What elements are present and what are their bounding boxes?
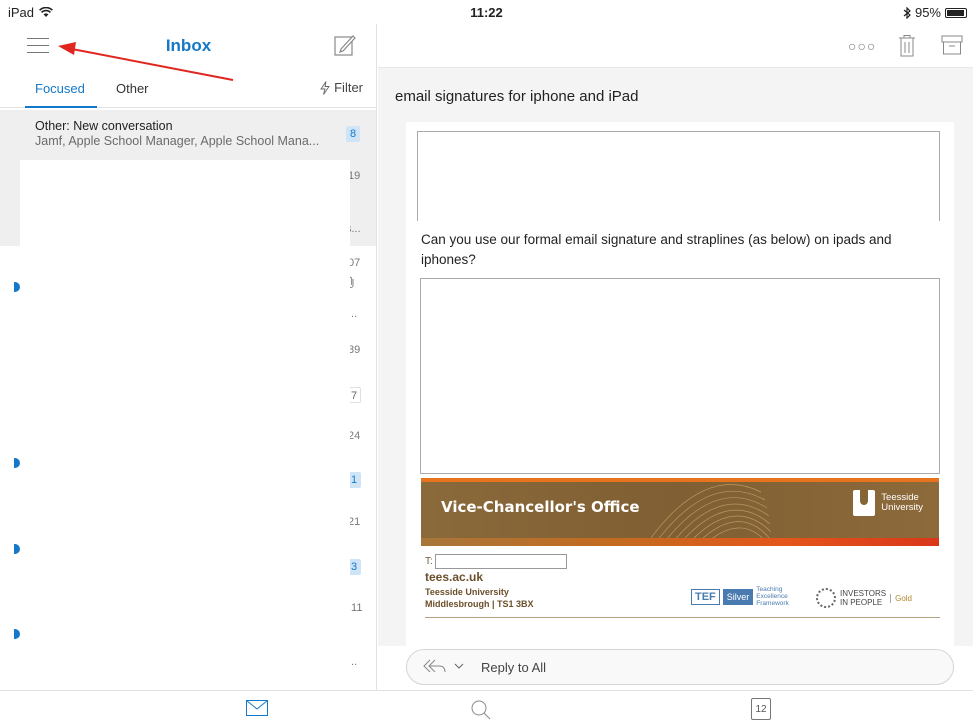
message-body: Can you use our formal email signature a… xyxy=(421,232,892,267)
reply-all-icon[interactable] xyxy=(423,658,447,674)
battery-percent: 95% xyxy=(914,5,941,20)
reply-all-label: Reply to All xyxy=(481,660,547,675)
lightning-icon xyxy=(320,80,330,95)
clock: 11:22 xyxy=(470,5,503,20)
more-options-icon[interactable]: ○○○ xyxy=(848,38,876,54)
inbox-pane: Inbox Focused Other Filter Other: New co… xyxy=(0,24,377,690)
message-preview: Jamf, Apple School Manager, Apple School… xyxy=(35,134,320,148)
inbox-header: Inbox xyxy=(0,24,376,68)
phone-label: T: xyxy=(425,556,433,567)
signature-office: Vice-Chancellor's Office xyxy=(441,498,640,516)
investors-in-people-logo: INVESTORS IN PEOPLE Gold xyxy=(816,588,912,608)
redacted-messages-area xyxy=(20,160,350,690)
reading-pane: ○○○ email signatures for iphone and iPad… xyxy=(378,24,973,690)
message-toolbar: ○○○ xyxy=(378,24,973,68)
signature-divider xyxy=(425,617,940,618)
trash-icon[interactable] xyxy=(898,34,916,58)
tab-focused[interactable]: Focused xyxy=(35,81,85,96)
list-item[interactable]: Other: New conversation Jamf, Apple Scho… xyxy=(0,110,376,158)
message-sender: Other: New conversation xyxy=(35,119,173,133)
redacted-phone xyxy=(434,554,567,569)
battery-level xyxy=(947,9,965,16)
redacted-header-area xyxy=(417,131,940,221)
tef-silver-logo: TEF Silver Teaching Excellence Framework xyxy=(691,586,789,607)
reply-bar[interactable]: Reply to All xyxy=(406,649,954,685)
laurel-icon xyxy=(816,588,836,608)
active-tab-underline xyxy=(25,106,97,108)
chevron-down-icon[interactable] xyxy=(454,659,464,673)
message-subject: email signatures for iphone and iPad xyxy=(395,88,639,105)
outlook-ipad-app: iPad 11:22 95% Inbox Focused Other Filte… xyxy=(0,0,973,727)
signature-website[interactable]: tees.ac.uk xyxy=(425,570,940,584)
battery-icon xyxy=(945,7,967,18)
archive-icon[interactable] xyxy=(941,34,963,56)
bottom-tab-bar: 12 xyxy=(0,690,973,727)
search-tab-icon[interactable] xyxy=(470,699,492,721)
teesside-university-logo: Teesside University xyxy=(853,490,923,516)
signature-banner: Vice-Chancellor's Office Teesside Univer… xyxy=(421,478,939,546)
inbox-tabs: Focused Other Filter xyxy=(0,74,376,108)
tab-other[interactable]: Other xyxy=(116,81,149,96)
status-bar: iPad 11:22 95% xyxy=(0,0,973,24)
banner-arc-graphic xyxy=(644,484,771,546)
inbox-title: Inbox xyxy=(165,36,212,55)
redacted-content-area xyxy=(420,278,940,474)
date-fragment: :11 xyxy=(348,602,363,614)
bluetooth-icon xyxy=(903,6,911,19)
mail-tab-icon[interactable] xyxy=(246,700,268,716)
message-body-card: Can you use our formal email signature a… xyxy=(406,122,954,646)
calendar-tab-icon[interactable]: 12 xyxy=(751,698,771,720)
university-mark-icon xyxy=(853,490,876,516)
